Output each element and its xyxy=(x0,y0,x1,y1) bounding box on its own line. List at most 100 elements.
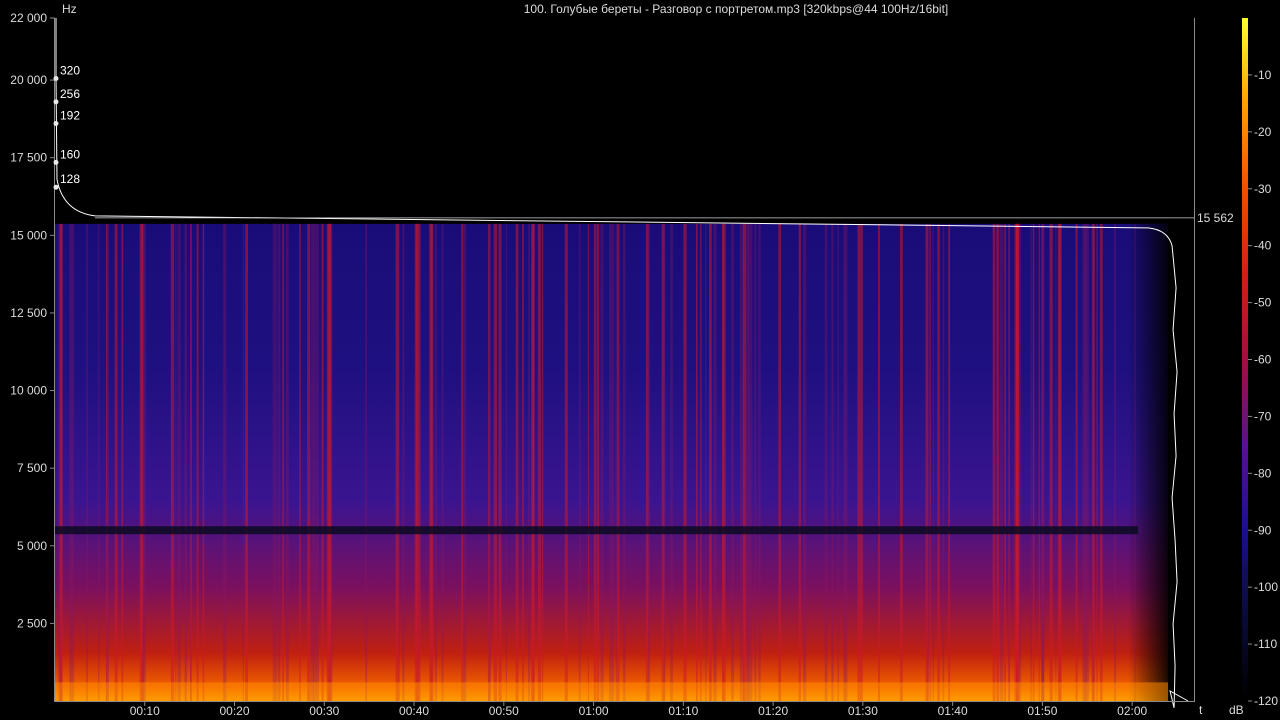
spectrum-streak xyxy=(245,223,248,701)
bitrate-marker-label: 160 xyxy=(60,147,80,161)
spectrum-streak xyxy=(742,223,747,701)
spectrum-streak xyxy=(927,223,929,701)
y-axis-ticks: 22 000 20 000 17 500 15 000 12 500 10 000 7 50… xyxy=(10,11,55,630)
x-unit-label: t xyxy=(1199,703,1203,717)
y-tick-label: 20 000 xyxy=(10,73,47,87)
colorbar-tick-label: -80 xyxy=(1254,466,1272,480)
spectrum-streak xyxy=(402,223,405,701)
spectrum-streak xyxy=(1134,223,1136,701)
x-tick-label: 00:10 xyxy=(130,704,160,718)
x-tick-label: 01:50 xyxy=(1027,704,1057,718)
spectrum-streak xyxy=(141,223,143,701)
spectrogram-area xyxy=(55,223,1174,701)
spectrum-streak xyxy=(948,223,951,701)
spectrum-streak xyxy=(190,223,192,701)
spectrum-streak xyxy=(1058,223,1062,701)
colorbar: -10 -20 -30 -40 -50 -60 -70 -80 -90 -100 -110 -120 xyxy=(1242,18,1278,708)
spectrum-streak xyxy=(824,223,828,701)
colorbar-tick-label: -50 xyxy=(1254,296,1272,310)
spectrum-streak xyxy=(1041,223,1045,701)
spectrum-streak xyxy=(522,223,524,701)
spectrum-streak xyxy=(878,223,880,701)
spectrum-streak xyxy=(86,223,88,701)
spectrum-streak xyxy=(587,223,589,701)
chart-title: 100. Голубые береты - Разговор с портрет… xyxy=(524,2,949,16)
spectrum-streak xyxy=(541,223,544,701)
spectrum-streak xyxy=(648,223,651,701)
spectrum-streak xyxy=(434,223,437,701)
x-tick-label: 00:50 xyxy=(489,704,519,718)
spectrum-streak xyxy=(277,223,281,701)
spectrum-streak xyxy=(418,223,421,701)
spectrum-streak xyxy=(1085,223,1089,701)
spectrogram-chart: 22 000 20 000 17 500 15 000 12 500 10 000 7 50… xyxy=(10,2,1278,718)
colorbar-strip xyxy=(1242,18,1248,701)
spectrum-streak xyxy=(705,223,707,701)
spectrum-streak xyxy=(731,223,734,701)
y-unit-label: Hz xyxy=(62,2,77,16)
spectrum-streak xyxy=(900,223,903,701)
colorbar-tick-label: -60 xyxy=(1254,353,1272,367)
spectrum-streak xyxy=(798,223,801,701)
spectrum-streak xyxy=(1055,223,1057,701)
spectrum-streak xyxy=(778,223,781,701)
colorbar-tick-label: -20 xyxy=(1254,125,1272,139)
colorbar-unit-label: dB xyxy=(1229,703,1244,717)
colorbar-tick-label: -100 xyxy=(1254,580,1278,594)
y-tick-label: 22 000 xyxy=(10,11,47,25)
spectrum-streak xyxy=(395,223,400,701)
spectrum-streak xyxy=(1114,223,1116,701)
spectrum-streak xyxy=(1075,223,1078,701)
spectrum-streak xyxy=(202,223,205,701)
spectrum-streak xyxy=(223,223,227,701)
spectrum-streak xyxy=(184,223,188,701)
spectrum-streak xyxy=(170,223,175,701)
spectrum-streak xyxy=(942,223,945,701)
spectrum-streak xyxy=(596,223,600,701)
spectrum-streak xyxy=(1016,223,1020,701)
x-axis-ticks: 00:10 00:20 00:30 00:40 00:50 01:00 01:10 01:20… xyxy=(130,701,1148,718)
spectrum-streak xyxy=(1049,223,1053,701)
colorbar-tick-label: -90 xyxy=(1254,523,1272,537)
bitrate-marker-dot xyxy=(53,184,59,190)
x-tick-label: 01:30 xyxy=(848,704,878,718)
spectrum-streak xyxy=(505,223,507,701)
low-frequency-band xyxy=(55,682,1169,701)
spectrum-streak xyxy=(1032,223,1035,701)
spectrum-streak xyxy=(746,223,749,701)
spectrum-streak xyxy=(1000,223,1004,701)
spectrum-streak xyxy=(515,223,519,701)
spectrum-streak xyxy=(493,223,497,701)
bitrate-marker-dot xyxy=(53,76,59,82)
colorbar-tick-label: -120 xyxy=(1254,694,1278,708)
spectrum-streak xyxy=(121,223,124,701)
spectrum-streak xyxy=(611,223,614,701)
spectrum-streak xyxy=(532,223,535,701)
x-tick-label: 00:30 xyxy=(309,704,339,718)
spectrum-streak xyxy=(617,223,620,701)
spectrum-streak xyxy=(429,223,433,701)
dark-frequency-band xyxy=(55,526,1139,535)
spectrum-streak xyxy=(282,223,284,701)
spectrum-streak xyxy=(857,223,861,701)
spectrum-streak xyxy=(932,223,934,701)
spectrum-streak xyxy=(696,223,698,701)
y-tick-label: 12 500 xyxy=(10,306,47,320)
spectrum-streak xyxy=(844,223,848,701)
bitrate-marker-label: 320 xyxy=(60,64,80,78)
spectrum-streak xyxy=(609,223,612,701)
spectrum-streak xyxy=(106,223,109,701)
spectrum-streak xyxy=(327,223,331,701)
x-tick-label: 01:20 xyxy=(758,704,788,718)
spectrum-streak xyxy=(709,223,712,701)
bitrate-marker-dot xyxy=(53,99,59,105)
spectrum-streak xyxy=(739,223,743,701)
spectrum-streak xyxy=(59,223,63,701)
y-tick-label: 17 500 xyxy=(10,151,47,165)
spectrum-streak xyxy=(498,223,502,701)
spectrum-streak xyxy=(416,223,419,701)
spectrum-streak xyxy=(272,223,274,701)
spectrum-streak xyxy=(175,223,177,701)
spectrum-streak xyxy=(313,223,316,701)
spectrum-streak xyxy=(315,223,319,701)
